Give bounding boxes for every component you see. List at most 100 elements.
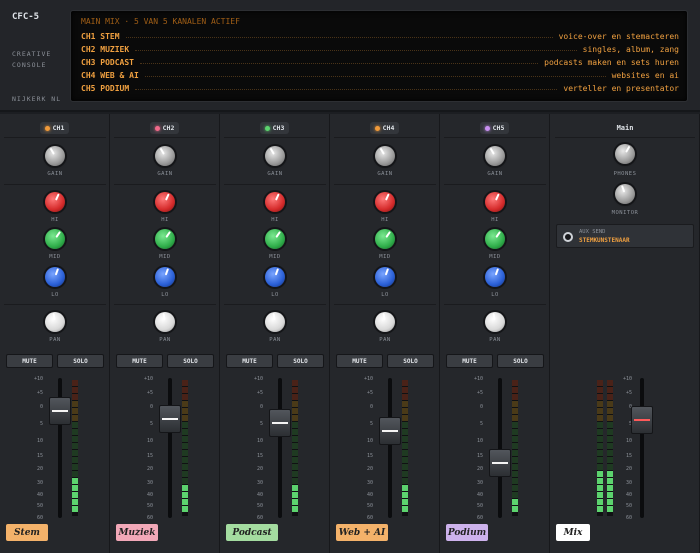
lo-eq-knob[interactable] — [45, 267, 65, 287]
channel-name-tag[interactable]: Stem — [6, 524, 48, 541]
hi-eq-knob[interactable] — [155, 192, 175, 212]
mid-label: MID — [489, 254, 501, 260]
meter-segment — [292, 492, 298, 498]
gain-knob[interactable] — [45, 146, 65, 166]
meter-segment — [402, 450, 408, 456]
meter-segment — [72, 506, 78, 512]
channel-name-tag[interactable]: Web + AI — [336, 524, 388, 541]
lo-eq-knob[interactable] — [265, 267, 285, 287]
scale-tick: +5 — [36, 390, 43, 396]
meter-segment — [512, 429, 518, 435]
mid-eq-knob[interactable] — [45, 229, 65, 249]
channel-fader[interactable] — [269, 409, 291, 438]
pan-knob[interactable] — [45, 312, 65, 332]
gain-knob[interactable] — [485, 146, 505, 166]
lcd-dots — [139, 63, 539, 64]
pan-knob[interactable] — [485, 312, 505, 332]
mute-button[interactable]: MUTE — [6, 354, 53, 368]
scale-tick: +10 — [622, 376, 632, 382]
meter-segment — [182, 422, 188, 428]
hi-eq-knob[interactable] — [265, 192, 285, 212]
mid-eq-knob[interactable] — [485, 229, 505, 249]
pan-knob[interactable] — [375, 312, 395, 332]
lcd-row: CH2 MUZIEK singles, album, zang — [81, 44, 679, 55]
lcd-row-value: singles, album, zang — [582, 45, 679, 54]
hi-eq-knob[interactable] — [375, 192, 395, 212]
pan-knob[interactable] — [265, 312, 285, 332]
meter-segment — [292, 464, 298, 470]
meter-segment — [597, 492, 603, 498]
meter-segment — [597, 436, 603, 442]
gain-knob[interactable] — [375, 146, 395, 166]
channel-led-icon — [154, 125, 160, 131]
scale-tick: 50 — [146, 503, 153, 510]
meter-segment — [292, 429, 298, 435]
mid-eq-knob[interactable] — [265, 229, 285, 249]
channel-name-tag[interactable]: Podcast — [226, 524, 278, 541]
lo-eq-knob[interactable] — [375, 267, 395, 287]
channel-name-tag[interactable]: Podium — [446, 524, 488, 541]
mute-button[interactable]: MUTE — [226, 354, 273, 368]
main-name-tag[interactable]: Mix — [556, 524, 590, 541]
gain-knob[interactable] — [155, 146, 175, 166]
hi-eq-knob[interactable] — [485, 192, 505, 212]
meter-segment — [512, 492, 518, 498]
mid-eq-knob[interactable] — [375, 229, 395, 249]
meter-segment — [182, 471, 188, 477]
solo-button[interactable]: SOLO — [387, 354, 434, 368]
solo-button[interactable]: SOLO — [497, 354, 544, 368]
gain-knob[interactable] — [265, 146, 285, 166]
lo-eq-knob[interactable] — [155, 267, 175, 287]
channel-fader[interactable] — [49, 397, 71, 426]
gain-label: GAIN — [157, 171, 173, 177]
meter-segment — [512, 387, 518, 393]
channel-pill: CH4 — [369, 122, 400, 134]
scale-tick: +5 — [146, 390, 153, 396]
channel-strip-ch1: CH1 GAIN HI MID LO PAN MUTE SOLO Stem +1… — [0, 114, 110, 553]
scale-tick: +5 — [256, 390, 263, 396]
meter-segment — [72, 401, 78, 407]
main-fader[interactable] — [631, 406, 653, 434]
pan-knob[interactable] — [155, 312, 175, 332]
meter-segment — [72, 380, 78, 386]
monitor-knob[interactable] — [615, 184, 635, 204]
mute-button[interactable]: MUTE — [116, 354, 163, 368]
phones-knob[interactable] — [615, 144, 635, 164]
meter-segment — [182, 443, 188, 449]
channel-fader[interactable] — [159, 404, 181, 433]
solo-button[interactable]: SOLO — [277, 354, 324, 368]
meter-segment — [402, 436, 408, 442]
channel-led-icon — [264, 125, 270, 131]
lo-eq-knob[interactable] — [485, 267, 505, 287]
lo-label: LO — [51, 292, 59, 298]
lcd-row-value: websites en ai — [611, 71, 679, 80]
meter-segment — [72, 436, 78, 442]
channel-header: CH3 — [220, 122, 329, 134]
meter-segment — [512, 506, 518, 512]
hi-eq-knob[interactable] — [45, 192, 65, 212]
meter-segment — [182, 436, 188, 442]
channel-fader[interactable] — [489, 448, 511, 477]
lcd-row-value: verteller en presentator — [563, 84, 679, 93]
main-title: Main — [616, 124, 634, 132]
channel-name-tag[interactable]: Muziek — [116, 524, 158, 541]
phones-label: PHONES — [613, 171, 637, 177]
meter-segment — [607, 436, 613, 442]
mute-button[interactable]: MUTE — [336, 354, 383, 368]
aux-send[interactable]: AUX SEND STEMKUNSTENAAR — [556, 224, 694, 248]
scale-tick: 5 — [259, 420, 263, 427]
lcd-row-key: CH1 STEM — [81, 32, 120, 41]
meter-segment — [182, 415, 188, 421]
solo-button[interactable]: SOLO — [57, 354, 104, 368]
solo-button[interactable]: SOLO — [167, 354, 214, 368]
divider — [444, 137, 546, 138]
meter-segment — [597, 443, 603, 449]
lcd-dots — [135, 89, 558, 90]
meter-segment — [607, 408, 613, 414]
mute-button[interactable]: MUTE — [446, 354, 493, 368]
meter-segment — [182, 387, 188, 393]
mid-eq-knob[interactable] — [155, 229, 175, 249]
meter-segment — [607, 478, 613, 484]
meter-segment — [607, 415, 613, 421]
channel-fader[interactable] — [379, 417, 401, 446]
